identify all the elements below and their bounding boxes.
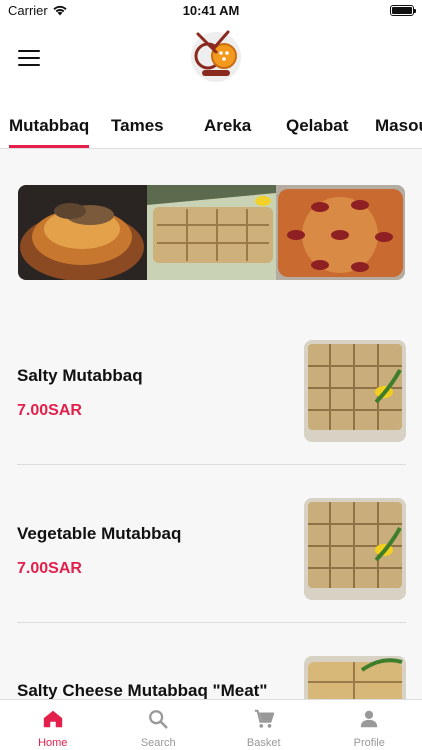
nav-profile[interactable]: Profile — [317, 700, 422, 750]
item-name: Salty Mutabbaq — [17, 366, 143, 385]
nav-basket[interactable]: Basket — [211, 700, 317, 750]
category-tabs: Mutabbaq Tames Areka Qelabat Masou — [0, 98, 422, 149]
nav-label: Search — [140, 737, 176, 749]
item-price: 7.00SAR — [17, 402, 82, 419]
banner-dish-image-2 — [147, 185, 276, 280]
tab-tames[interactable]: Tames — [111, 116, 164, 136]
item-price: 7.00SAR — [17, 560, 82, 577]
home-icon — [43, 710, 62, 728]
promo-banner[interactable] — [18, 185, 405, 280]
banner-dish-image-1 — [18, 185, 147, 280]
item-name: Vegetable Mutabbaq — [17, 524, 182, 543]
tab-mutabbaq[interactable]: Mutabbaq — [9, 116, 90, 148]
nav-label: Basket — [246, 737, 281, 749]
item-name: Salty Cheese Mutabbaq "Meat" — [17, 681, 268, 699]
profile-icon — [361, 710, 378, 728]
nav-search[interactable]: Search — [106, 700, 212, 750]
item-image — [304, 340, 406, 442]
list-item[interactable]: Vegetable Mutabbaq 7.00SAR — [0, 498, 422, 622]
item-image — [304, 656, 406, 699]
hamburger-menu-button[interactable] — [18, 50, 40, 68]
restaurant-logo — [191, 30, 241, 82]
nav-home[interactable]: Home — [0, 700, 106, 750]
tab-areka[interactable]: Areka — [204, 116, 251, 136]
search-icon — [149, 710, 168, 729]
basket-icon — [254, 709, 274, 728]
list-item[interactable]: Salty Cheese Mutabbaq "Meat" — [0, 656, 422, 699]
divider — [17, 622, 406, 623]
bottom-navigation: Home Search Basket Profile — [0, 699, 422, 750]
nav-label: Home — [38, 737, 68, 749]
battery-icon — [390, 5, 416, 16]
nav-label: Profile — [353, 737, 385, 749]
tab-masoub[interactable]: Masou — [375, 116, 422, 136]
item-image — [304, 498, 406, 600]
status-time: 10:41 AM — [182, 3, 240, 18]
banner-dish-image-3 — [276, 185, 405, 280]
list-item[interactable]: Salty Mutabbaq 7.00SAR — [0, 340, 422, 464]
tab-qelabat[interactable]: Qelabat — [286, 116, 348, 136]
status-bar: Carrier 10:41 AM — [0, 0, 422, 22]
divider — [17, 464, 406, 465]
app-header — [0, 22, 422, 98]
